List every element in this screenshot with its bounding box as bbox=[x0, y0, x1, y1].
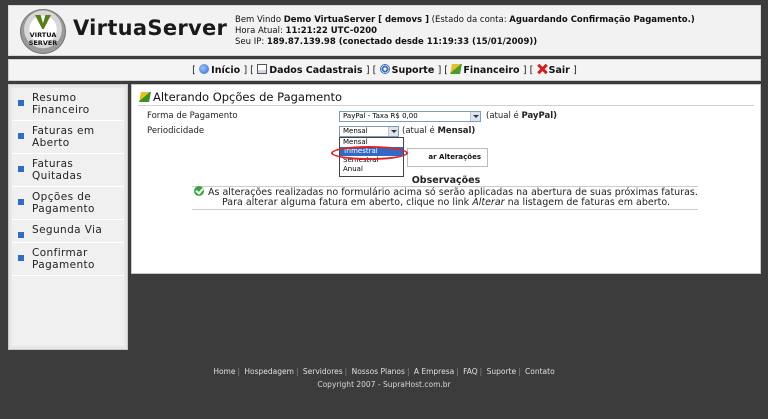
header: VIRTUA SERVER VirtuaServer Bem Vindo Dem… bbox=[8, 5, 761, 56]
bullet-icon bbox=[18, 100, 24, 106]
footer-link-nossos-planos[interactable]: Nossos Planos bbox=[352, 367, 405, 376]
logo-badge-line1: VIRTUA bbox=[29, 31, 57, 39]
bullet-icon bbox=[18, 199, 24, 205]
nav-financeiro[interactable]: Financeiro bbox=[450, 64, 520, 76]
footer-link-contato[interactable]: Contato bbox=[525, 367, 555, 376]
ip-label: Seu IP: bbox=[235, 37, 265, 47]
payment-form-label: Forma de Pagamento bbox=[147, 111, 238, 121]
footer-links: Home | Hospedagem | Servidores | Nossos Pla… bbox=[213, 367, 555, 376]
bullet-icon bbox=[18, 255, 24, 261]
support-icon bbox=[379, 64, 390, 74]
logo-badge-line2: SERVER bbox=[28, 39, 58, 47]
observations-title: Observações bbox=[411, 175, 481, 186]
bullet-icon bbox=[18, 166, 24, 172]
title-divider bbox=[138, 105, 754, 106]
nav-suporte[interactable]: Suporte bbox=[379, 64, 434, 76]
footer-link-faq[interactable]: FAQ bbox=[463, 367, 478, 376]
bullet-icon bbox=[18, 133, 24, 139]
periodicity-label: Periodicidade bbox=[147, 126, 205, 136]
sidebar-item-label: Opções de Pagamento bbox=[32, 191, 95, 215]
payment-form-select[interactable]: PayPal - Taxa R$ 0,00 bbox=[339, 111, 481, 122]
sidebar-item-resumo-financeiro[interactable]: Resumo Financeiro bbox=[12, 88, 124, 121]
sidebar-item-faturas-quitadas[interactable]: Faturas Quitadas bbox=[12, 154, 124, 187]
chevron-down-icon bbox=[388, 127, 398, 136]
time-label: Hora Atual: bbox=[235, 26, 283, 36]
account-status: Aguardando Confirmação Pagamento.) bbox=[509, 15, 695, 25]
observations-divider-bottom bbox=[192, 209, 698, 210]
welcome-line: Bem Vindo Demo VirtuaServer [ demovs ] (… bbox=[235, 15, 695, 26]
footer-link-hospedagem[interactable]: Hospedagem bbox=[244, 367, 294, 376]
footer-copyright: Copyright 2007 - SupraHost.com.br bbox=[317, 380, 451, 389]
ip-line: Seu IP: 189.87.139.98 (conectado desde 1… bbox=[235, 37, 695, 48]
exit-icon bbox=[537, 64, 547, 74]
payment-form-value: PayPal - Taxa R$ 0,00 bbox=[343, 112, 418, 120]
highlight-annotation-ring bbox=[331, 146, 408, 160]
periodicity-option-anual[interactable]: Anual bbox=[340, 165, 403, 174]
account-status-prefix: (Estado da conta: bbox=[431, 15, 507, 25]
alterar-link-text: Alterar bbox=[472, 197, 505, 208]
document-icon bbox=[257, 64, 268, 74]
sidebar-item-label: Confirmar Pagamento bbox=[32, 247, 95, 271]
money-icon bbox=[450, 64, 463, 74]
logo-badge: VIRTUA SERVER bbox=[20, 9, 66, 54]
periodicity-value: Mensal bbox=[343, 127, 368, 135]
time-line: Hora Atual: 11:21:22 UTC-0200 bbox=[235, 26, 695, 37]
footer-link-suporte[interactable]: Suporte bbox=[487, 367, 517, 376]
footer-link-home[interactable]: Home bbox=[213, 367, 235, 376]
top-nav: [ Início ] [ Dados Cadastrais ] [ Suport… bbox=[8, 59, 761, 81]
nav-dados-cadastrais[interactable]: Dados Cadastrais bbox=[257, 64, 363, 76]
user-name: Demo VirtuaServer [ demovs ] bbox=[283, 15, 429, 25]
sidebar-item-confirmar-pagamento[interactable]: Confirmar Pagamento bbox=[12, 243, 124, 276]
nav-sair[interactable]: Sair bbox=[537, 65, 570, 76]
sidebar-item-opcoes-de-pagamento[interactable]: Opções de Pagamento bbox=[12, 187, 124, 220]
sidebar-item-label: Faturas em Aberto bbox=[32, 125, 95, 149]
time-value: 11:21:22 UTC-0200 bbox=[285, 26, 378, 36]
page-title: Alterando Opções de Pagamento bbox=[139, 90, 342, 104]
bullet-icon bbox=[18, 232, 24, 238]
sidebar-item-label: Resumo Financeiro bbox=[32, 92, 90, 116]
header-info: Bem Vindo Demo VirtuaServer [ demovs ] (… bbox=[235, 15, 695, 48]
main-panel: Alterando Opções de Pagamento Forma de P… bbox=[131, 84, 761, 274]
sidebar-item-segunda-via[interactable]: Segunda Via bbox=[12, 220, 124, 243]
sidebar-item-label: Faturas Quitadas bbox=[32, 158, 83, 182]
check-icon bbox=[194, 186, 204, 196]
observation-line-2: Para alterar alguma fatura em aberto, cl… bbox=[221, 197, 670, 208]
logo-v-mark-icon bbox=[35, 15, 51, 29]
ip-value: 189.87.139.98 (conectado desde 11:19:33 … bbox=[266, 37, 538, 47]
save-changes-button[interactable]: ar Alterações bbox=[407, 148, 488, 167]
periodicity-select[interactable]: Mensal bbox=[339, 126, 399, 137]
footer-link-a-empresa[interactable]: A Empresa bbox=[414, 367, 454, 376]
edit-icon bbox=[139, 92, 151, 102]
nav-inicio[interactable]: Início bbox=[199, 64, 240, 76]
sidebar-item-label: Segunda Via bbox=[32, 224, 103, 236]
welcome-prefix: Bem Vindo bbox=[235, 15, 282, 25]
payment-form-current: (atual é PayPal) bbox=[486, 111, 558, 121]
footer-link-servidores[interactable]: Servidores bbox=[303, 367, 343, 376]
home-icon bbox=[199, 64, 210, 74]
chevron-down-icon bbox=[470, 112, 480, 121]
logo-text: VirtuaServer bbox=[73, 16, 228, 40]
sidebar: Resumo Financeiro Faturas em Aberto Fatu… bbox=[8, 84, 128, 350]
periodicity-current: (atual é Mensal) bbox=[402, 126, 476, 136]
sidebar-item-faturas-em-aberto[interactable]: Faturas em Aberto bbox=[12, 121, 124, 154]
